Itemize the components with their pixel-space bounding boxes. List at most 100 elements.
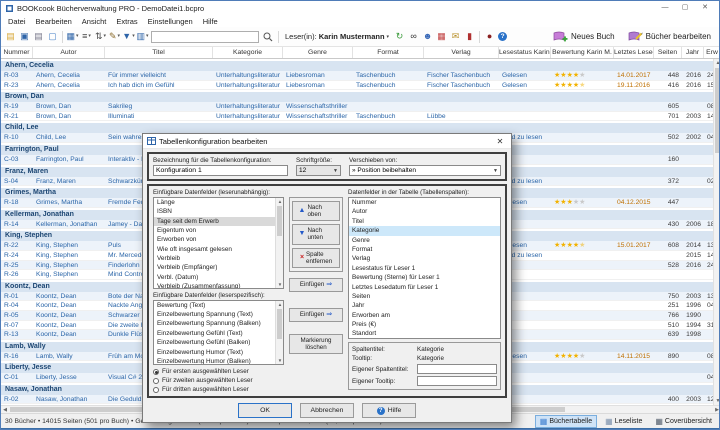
reader-fields-list[interactable]: Bewertung (Text)Einzelbewertung Spannung… [153, 300, 284, 365]
readers-icon[interactable]: ☻ [421, 30, 434, 43]
save-icon[interactable]: ▣ [18, 30, 31, 43]
clear-selection-button[interactable]: Markierung löschen [289, 334, 343, 354]
list-item[interactable]: Wie oft insgesamt gelesen [154, 245, 283, 254]
scroll-right-icon[interactable]: ▶ [713, 406, 720, 413]
list-item[interactable]: Erworben von [154, 235, 283, 244]
custom-title-input[interactable] [417, 364, 497, 374]
scroll-left-icon[interactable]: ◀ [1, 406, 9, 413]
list-item[interactable]: Eigentum von [154, 226, 283, 235]
help-icon[interactable]: ? [498, 32, 507, 41]
glasses-icon[interactable]: ∞ [407, 30, 420, 43]
custom-tooltip-input[interactable] [417, 376, 497, 386]
menu-extras[interactable]: Extras [111, 17, 142, 26]
column-header-datum[interactable]: Letztes Lesedatu [614, 47, 654, 58]
list-item[interactable]: Autor [349, 207, 500, 216]
list-item[interactable]: Einzelbewertung Spannung (Balken) [154, 319, 283, 328]
menu-einstellungen[interactable]: Einstellungen [143, 17, 198, 26]
chart-icon[interactable]: ▦ [435, 30, 448, 43]
table-row[interactable]: R-19Brown, DanSakrilegUnterhaltungsliter… [1, 102, 720, 112]
edit-options-icon[interactable]: ✎▾ [108, 30, 121, 43]
list-item[interactable]: Seiten [349, 292, 500, 301]
filter-icon[interactable]: ▼▾ [122, 30, 135, 43]
print-preview-icon[interactable]: ▢ [46, 30, 59, 43]
new-book-button[interactable]: Neues Buch [547, 30, 620, 43]
table-row[interactable]: R-03Ahern, CeceliaFür immer vielleichtUn… [1, 71, 720, 81]
list-item[interactable]: Nummer [349, 198, 500, 207]
list-item[interactable]: ISBN [154, 207, 283, 216]
list-item[interactable]: Tage seit dem Erwerb [154, 217, 283, 226]
column-header-erw[interactable]: Erw [704, 47, 720, 58]
ok-button[interactable]: OK [238, 403, 292, 418]
close-icon[interactable]: ✕ [695, 2, 715, 15]
insert-button[interactable]: Einfügen⇒ [289, 278, 343, 292]
row-options-icon[interactable]: ≡▾ [80, 30, 93, 43]
table-row[interactable]: R-23Ahern, CeceliaIch hab dich im Gefühl… [1, 81, 720, 91]
scroll-down-icon[interactable]: ▼ [714, 397, 720, 405]
list-item[interactable]: Einzelbewertung Humor (Text) [154, 348, 283, 357]
list-item[interactable]: Einzelbewertung Spannung (Text) [154, 310, 283, 319]
mail-icon[interactable]: ✉ [449, 30, 462, 43]
list-item[interactable]: Bewertung (Sterne) für Leser 1 [349, 273, 500, 282]
sort-icon[interactable]: ⇅▾ [94, 30, 107, 43]
list-item[interactable]: Titel [349, 217, 500, 226]
column-header-status[interactable]: Lesestatus Karin M [499, 47, 551, 58]
column-header-autor[interactable]: Autor [33, 47, 105, 58]
help-button[interactable]: ?Hilfe [362, 403, 416, 418]
list-item[interactable]: Einzelbewertung Gefühl (Balken) [154, 338, 283, 347]
column-header-jahr[interactable]: Jahr [682, 47, 704, 58]
table-config-icon[interactable]: ▦▾ [66, 30, 79, 43]
insert-reader-field-button[interactable]: Einfügen⇒ [289, 308, 343, 322]
dialog-close-icon[interactable]: ✕ [493, 137, 507, 146]
search-input[interactable] [151, 31, 259, 43]
column-header-seiten[interactable]: Seiten [654, 47, 682, 58]
column-header-nummer[interactable]: Nummer [1, 47, 33, 58]
view-büchertabelle[interactable]: ▦Büchertabelle [535, 415, 597, 428]
column-header-kategorie[interactable]: Kategorie [213, 47, 283, 58]
view-leseliste[interactable]: ▦Leseliste [600, 415, 647, 428]
search-icon[interactable] [261, 30, 274, 43]
list-item[interactable]: Länge [154, 198, 283, 207]
list-item[interactable]: Genre [349, 236, 500, 245]
list-item[interactable]: Einzelbewertung Humor (Balken) [154, 357, 283, 365]
list-item[interactable]: Verbl. (Datum) [154, 273, 283, 282]
edit-books-button[interactable]: Bücher bearbeiten [622, 30, 716, 43]
vertical-scroll-thumb[interactable] [715, 68, 720, 153]
column-header-rating[interactable]: Bewertung Karin M. [551, 47, 614, 58]
column-header-titel[interactable]: Titel [105, 47, 213, 58]
print-icon[interactable]: ▤ [32, 30, 45, 43]
list-item[interactable]: Jahr [349, 301, 500, 310]
table-columns-list[interactable]: NummerAutorTitelKategorieGenreFormatVerl… [348, 197, 501, 339]
list-item[interactable]: Letztes Lesedatum für Leser 1 [349, 283, 500, 292]
menu-bearbeiten[interactable]: Bearbeiten [31, 17, 77, 26]
books-icon[interactable]: ▮ [463, 30, 476, 43]
menu-hilfe[interactable]: Hilfe [198, 17, 223, 26]
vertical-scrollbar[interactable]: ▲ ▼ [713, 59, 720, 405]
list-item[interactable]: Einzelbewertung Gefühl (Text) [154, 329, 283, 338]
font-size-select[interactable]: 12▼ [296, 165, 341, 176]
statistics-icon[interactable]: ↻ [393, 30, 406, 43]
cancel-button[interactable]: Abbrechen [300, 403, 354, 418]
table-row[interactable]: R-21Brown, DanIlluminatiUnterhaltungslit… [1, 112, 720, 122]
scroll-up-icon[interactable]: ▲ [714, 59, 720, 67]
list-item[interactable]: Format [349, 245, 500, 254]
insertable-fields-list[interactable]: LängeISBNTage seit dem ErwerbEigentum vo… [153, 197, 284, 289]
list-item[interactable]: Verbleib [154, 254, 283, 263]
reader-radio[interactable]: Für ersten ausgewählten Leser [153, 368, 284, 375]
group-row[interactable]: Brown, Dan [1, 92, 720, 102]
open-folder-icon[interactable]: ▤ [4, 30, 17, 43]
move-up-button[interactable]: ▲Nach oben [292, 201, 340, 221]
list-item[interactable]: Preis (€) [349, 320, 500, 329]
column-header-genre[interactable]: Genre [283, 47, 353, 58]
menu-datei[interactable]: Datei [3, 17, 31, 26]
config-name-input[interactable]: Konfiguration 1 [153, 165, 288, 176]
maximize-icon[interactable]: ▢ [675, 2, 695, 15]
column-header-verlag[interactable]: Verlag [424, 47, 499, 58]
list-item[interactable]: Verbleib (Empfänger) [154, 263, 283, 272]
list-item[interactable]: Verbleib (Zusammenfassung) [154, 282, 283, 289]
minimize-icon[interactable]: — [655, 2, 675, 15]
group-row[interactable]: Child, Lee [1, 123, 720, 133]
view-coverübersicht[interactable]: ▦Coverübersicht [650, 415, 717, 428]
view-options-icon[interactable]: ▥▾ [136, 30, 149, 43]
list-item[interactable]: Kategorie [349, 226, 500, 235]
list-scrollbar[interactable]: ▲▼ [275, 198, 283, 288]
